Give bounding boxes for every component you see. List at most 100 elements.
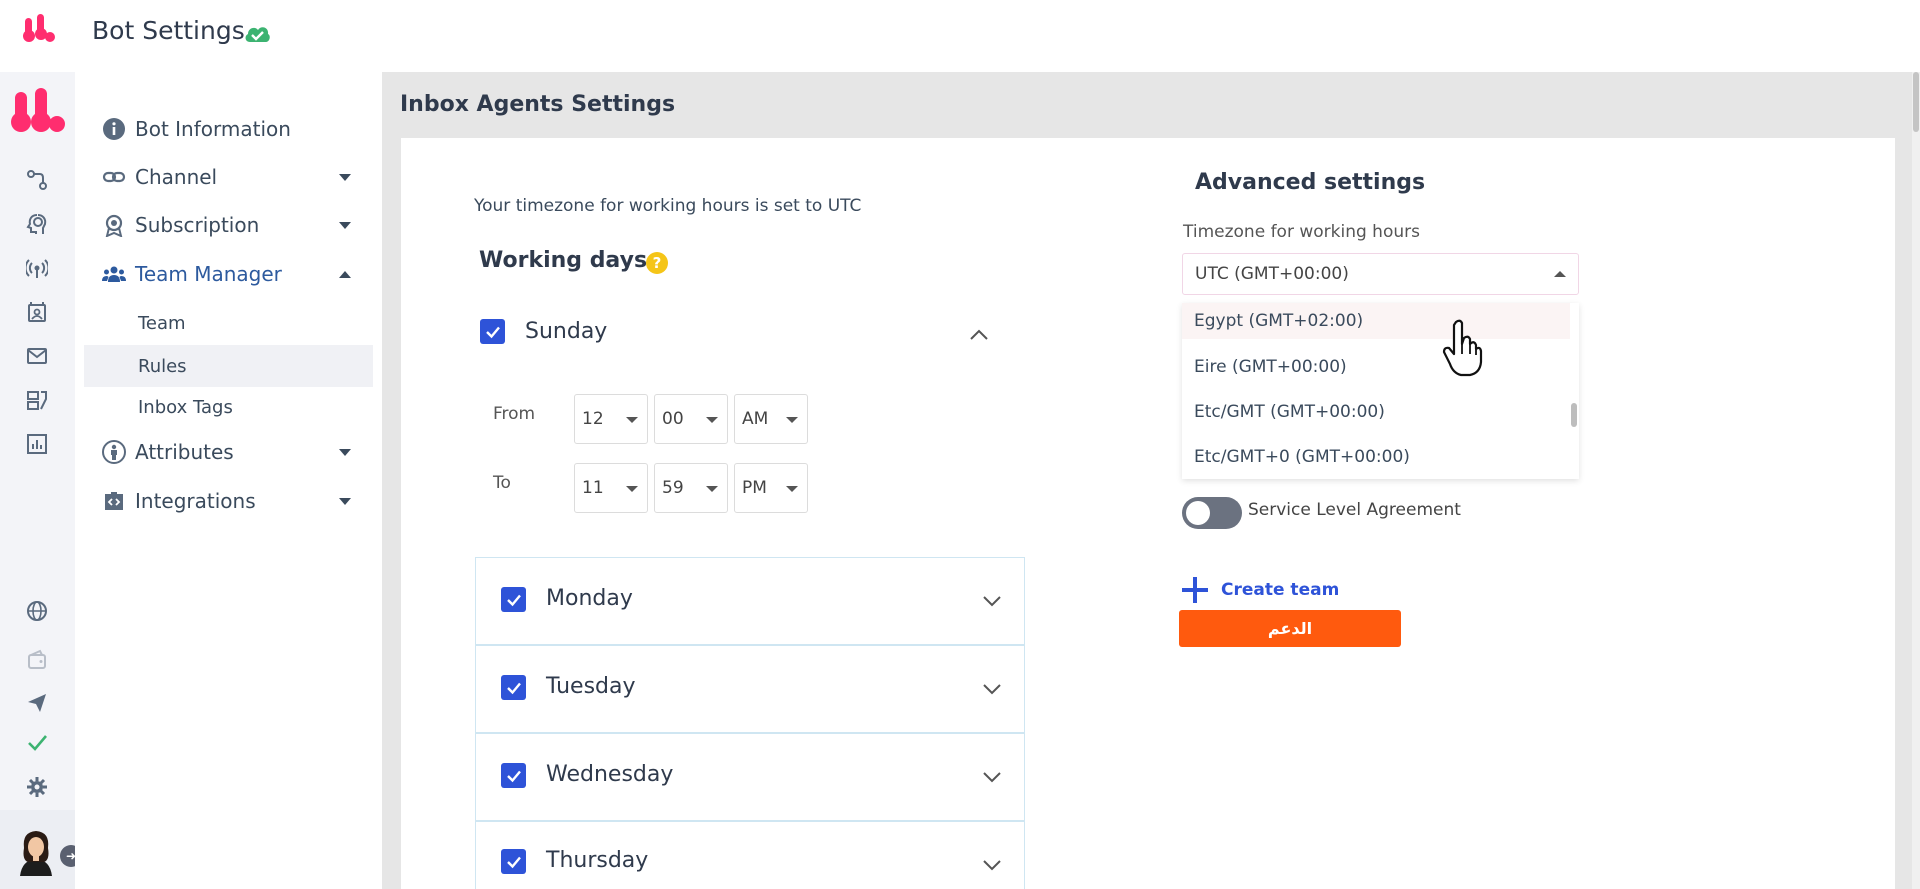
user-avatar[interactable] [12, 826, 60, 876]
timezone-option[interactable]: Eire (GMT+00:00) [1182, 349, 1570, 385]
plus-icon [1182, 577, 1208, 603]
nav-sub-inbox-tags[interactable]: Inbox Tags [138, 390, 233, 424]
sunday-checkbox[interactable] [480, 319, 505, 344]
day-label-thursday: Thursday [546, 848, 649, 873]
icon-rail [0, 72, 75, 889]
gear-icon[interactable] [24, 774, 50, 800]
nav-item-integrations[interactable]: Integrations [101, 484, 351, 518]
day-label-sunday: Sunday [525, 319, 608, 344]
mail-icon[interactable] [24, 343, 50, 369]
timezone-option[interactable]: Egypt (GMT+02:00) [1182, 303, 1570, 339]
from-label: From [493, 404, 536, 424]
day-row-thursday[interactable]: Thursday [475, 821, 1025, 889]
timezone-label: Timezone for working hours [1183, 222, 1420, 242]
send-icon[interactable] [24, 690, 50, 716]
toggle-knob [1186, 501, 1210, 525]
timezone-option[interactable]: Etc/GMT (GMT+00:00) [1182, 394, 1570, 430]
chevron-down-icon[interactable] [339, 449, 351, 456]
main-scrollbar[interactable] [1912, 72, 1920, 889]
nav-item-label: Channel [135, 165, 218, 189]
nav-sub-team[interactable]: Team [138, 306, 186, 340]
nav-item-channel[interactable]: Channel [101, 160, 351, 194]
wallet-icon[interactable] [24, 647, 50, 673]
chevron-down-icon[interactable] [339, 498, 351, 505]
flow-icon[interactable] [24, 167, 50, 193]
brain-icon[interactable] [24, 211, 50, 237]
chart-icon[interactable] [24, 431, 50, 457]
chevron-up-icon[interactable] [339, 271, 351, 278]
advanced-settings-title: Advanced settings [1195, 170, 1426, 195]
nav-item-bot-information[interactable]: Bot Information [101, 112, 351, 146]
checkmark-icon [506, 770, 521, 782]
rail-logo-icon[interactable] [9, 86, 67, 136]
link-icon [101, 164, 127, 190]
person-icon [101, 439, 127, 465]
dashboard-icon[interactable] [24, 387, 50, 413]
nav-item-subscription[interactable]: Subscription [101, 208, 351, 242]
chevron-down-icon[interactable] [982, 770, 1002, 784]
support-button[interactable]: الدعم [1179, 610, 1401, 647]
cloud-check-icon [245, 27, 270, 42]
sla-toggle[interactable] [1182, 497, 1242, 529]
day-row-monday[interactable]: Monday [475, 557, 1025, 645]
settings-card: Your timezone for working hours is set t… [401, 138, 1895, 889]
chevron-down-icon[interactable] [982, 858, 1002, 872]
nav-item-label: Attributes [135, 440, 234, 464]
to-minute-select[interactable]: 59 [654, 463, 728, 513]
checkmark-icon [506, 594, 521, 606]
to-label: To [493, 473, 511, 493]
timezone-select[interactable]: UTC (GMT+00:00) [1182, 253, 1579, 295]
check-icon[interactable] [24, 729, 50, 755]
nav-item-attributes[interactable]: Attributes [101, 435, 351, 469]
page-title: Bot Settings [92, 16, 245, 45]
from-hour-select[interactable]: 12 [574, 394, 648, 444]
day-row-wednesday[interactable]: Wednesday [475, 733, 1025, 821]
contacts-icon[interactable] [24, 299, 50, 325]
nav-item-label: Team Manager [135, 262, 282, 286]
tuesday-checkbox[interactable] [501, 675, 526, 700]
thursday-checkbox[interactable] [501, 849, 526, 874]
badge-icon [101, 212, 127, 238]
nav-item-label: Integrations [135, 489, 256, 513]
chevron-down-icon[interactable] [982, 594, 1002, 608]
chevron-down-icon[interactable] [339, 174, 351, 181]
dropdown-scrollbar[interactable] [1571, 403, 1577, 427]
info-icon [101, 116, 127, 142]
to-hour-select[interactable]: 11 [574, 463, 648, 513]
to-period-select[interactable]: PM [734, 463, 808, 513]
active-item-highlight [84, 345, 373, 387]
nav-sub-rules[interactable]: Rules [138, 349, 187, 383]
monday-checkbox[interactable] [501, 587, 526, 612]
timezone-dropdown: Egypt (GMT+02:00) Eire (GMT+00:00) Etc/G… [1182, 303, 1579, 479]
from-minute-select[interactable]: 00 [654, 394, 728, 444]
from-period-select[interactable]: AM [734, 394, 808, 444]
day-label-tuesday: Tuesday [546, 674, 636, 699]
settings-sidebar: Bot Information Channel Subscription Tea… [75, 72, 382, 889]
checkmark-icon [506, 856, 521, 868]
help-icon[interactable]: ? [646, 252, 668, 274]
chevron-up-icon[interactable] [969, 327, 989, 341]
wednesday-checkbox[interactable] [501, 763, 526, 788]
broadcast-icon[interactable] [24, 255, 50, 281]
nav-item-label: Bot Information [135, 117, 291, 141]
hand-cursor-icon [1442, 319, 1483, 377]
checkmark-icon [506, 682, 521, 694]
main-panel: Inbox Agents Settings Your timezone for … [382, 72, 1920, 889]
checkmark-icon [485, 326, 500, 338]
day-label-monday: Monday [546, 586, 633, 611]
sla-label: Service Level Agreement [1248, 500, 1461, 520]
top-header: Bot Settings [0, 0, 1920, 72]
nav-item-label: Subscription [135, 213, 260, 237]
working-days-title: Working days [479, 248, 648, 273]
chevron-down-icon[interactable] [339, 222, 351, 229]
section-title: Inbox Agents Settings [400, 92, 676, 117]
globe-icon[interactable] [24, 598, 50, 624]
brand-logo-icon[interactable] [20, 10, 56, 46]
timezone-value: UTC (GMT+00:00) [1195, 264, 1349, 284]
chevron-down-icon[interactable] [982, 682, 1002, 696]
day-row-tuesday[interactable]: Tuesday [475, 645, 1025, 733]
timezone-option[interactable]: Etc/GMT+0 (GMT+00:00) [1182, 439, 1570, 475]
nav-item-team-manager[interactable]: Team Manager [101, 257, 351, 291]
create-team-button[interactable]: Create team [1179, 574, 1339, 606]
chevron-up-icon [1554, 271, 1566, 277]
